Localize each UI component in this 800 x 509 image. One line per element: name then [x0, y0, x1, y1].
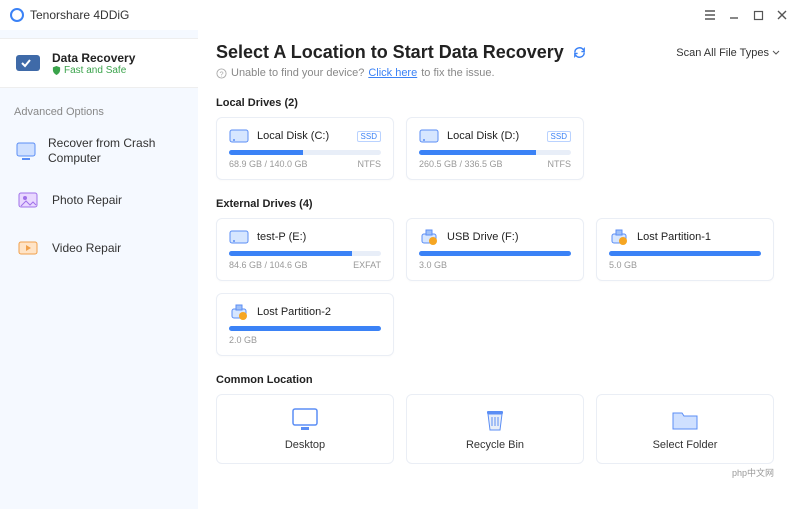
- drive-stats: 260.5 GB / 336.5 GB: [419, 159, 503, 169]
- drive-stats: 84.6 GB / 104.6 GB: [229, 260, 308, 270]
- drive-card-external-0[interactable]: test-P (E:) 84.6 GB / 104.6 GB EXFAT: [216, 218, 394, 281]
- sidebar-item-recover-crash[interactable]: Recover from Crash Computer: [0, 126, 198, 176]
- sidebar-item-label: Recover from Crash Computer: [48, 136, 184, 166]
- hard-drive-icon: [229, 229, 249, 245]
- location-label: Desktop: [285, 439, 325, 451]
- main-content: Select A Location to Start Data Recovery…: [198, 30, 800, 509]
- section-local-drives: Local Drives (2): [216, 97, 780, 109]
- usage-bar: [609, 251, 761, 256]
- drive-stats: 68.9 GB / 140.0 GB: [229, 159, 308, 169]
- drive-card-local-0[interactable]: Local Disk (C:) SSD 68.9 GB / 140.0 GB NTFS: [216, 117, 394, 180]
- maximize-button[interactable]: [750, 7, 766, 23]
- location-card-bin[interactable]: Recycle Bin: [406, 394, 584, 464]
- sidebar-item-label: Photo Repair: [52, 193, 122, 207]
- drive-card-external-2[interactable]: Lost Partition-1 5.0 GB: [596, 218, 774, 281]
- recover-crash-icon: [14, 137, 38, 165]
- drive-filesystem: NTFS: [358, 159, 382, 169]
- drive-filesystem: NTFS: [548, 159, 572, 169]
- hint-link[interactable]: Click here: [368, 67, 417, 79]
- scan-all-file-types-link[interactable]: Scan All File Types: [676, 47, 780, 59]
- bin-icon: [479, 407, 511, 433]
- drive-name: Lost Partition-2: [257, 306, 381, 318]
- sidebar-item-video-repair[interactable]: Video Repair: [0, 224, 198, 272]
- app-logo-icon: [10, 8, 24, 22]
- drive-name: Lost Partition-1: [637, 231, 761, 243]
- sidebar-main-data-recovery[interactable]: Data Recovery Fast and Safe: [0, 38, 198, 88]
- hard-drive-icon: [419, 128, 439, 144]
- refresh-icon[interactable]: [572, 45, 587, 60]
- usage-bar: [229, 150, 381, 155]
- hard-drive-icon: [229, 128, 249, 144]
- warning-icon: [429, 237, 437, 245]
- sidebar-main-subtitle: Fast and Safe: [52, 65, 135, 76]
- photo-repair-icon: [14, 186, 42, 214]
- section-common-location: Common Location: [216, 374, 780, 386]
- drive-card-external-3[interactable]: Lost Partition-2 2.0 GB: [216, 293, 394, 356]
- advanced-options-label: Advanced Options: [0, 106, 198, 126]
- drive-badge: SSD: [357, 131, 381, 142]
- drive-stats: 2.0 GB: [229, 335, 257, 345]
- data-recovery-icon: [14, 49, 42, 77]
- close-button[interactable]: [774, 7, 790, 23]
- app-title: Tenorshare 4DDiG: [30, 8, 129, 22]
- title-bar: Tenorshare 4DDiG: [0, 0, 800, 30]
- info-icon: ?: [216, 68, 227, 79]
- desktop-icon: [289, 407, 321, 433]
- drive-name: USB Drive (F:): [447, 231, 571, 243]
- warning-icon: [619, 237, 627, 245]
- drive-name: Local Disk (D:): [447, 130, 539, 142]
- usage-bar: [229, 326, 381, 331]
- usage-bar: [229, 251, 381, 256]
- device-hint: ? Unable to find your device? Click here…: [216, 67, 780, 79]
- page-title: Select A Location to Start Data Recovery: [216, 42, 564, 63]
- drive-card-local-1[interactable]: Local Disk (D:) SSD 260.5 GB / 336.5 GB NTF…: [406, 117, 584, 180]
- window-controls: [702, 7, 790, 23]
- location-label: Recycle Bin: [466, 439, 524, 451]
- location-card-desktop[interactable]: Desktop: [216, 394, 394, 464]
- footer-brand: php中文网: [216, 464, 780, 481]
- sidebar-main-title: Data Recovery: [52, 51, 135, 65]
- drive-stats: 3.0 GB: [419, 260, 447, 270]
- sidebar: Data Recovery Fast and Safe Advanced Opt…: [0, 30, 198, 509]
- chevron-down-icon: [772, 49, 780, 57]
- sidebar-item-photo-repair[interactable]: Photo Repair: [0, 176, 198, 224]
- sidebar-item-label: Video Repair: [52, 241, 121, 255]
- drive-stats: 5.0 GB: [609, 260, 637, 270]
- drive-card-external-1[interactable]: USB Drive (F:) 3.0 GB: [406, 218, 584, 281]
- drive-name: Local Disk (C:): [257, 130, 349, 142]
- folder-icon: [669, 407, 701, 433]
- drive-badge: SSD: [547, 131, 571, 142]
- location-label: Select Folder: [653, 439, 718, 451]
- drive-filesystem: EXFAT: [353, 260, 381, 270]
- usage-bar: [419, 251, 571, 256]
- location-card-folder[interactable]: Select Folder: [596, 394, 774, 464]
- warning-icon: [239, 312, 247, 320]
- svg-text:?: ?: [219, 69, 223, 78]
- shield-icon: [52, 66, 61, 75]
- menu-button[interactable]: [702, 7, 718, 23]
- video-repair-icon: [14, 234, 42, 262]
- usage-bar: [419, 150, 571, 155]
- minimize-button[interactable]: [726, 7, 742, 23]
- drive-name: test-P (E:): [257, 231, 381, 243]
- section-external-drives: External Drives (4): [216, 198, 780, 210]
